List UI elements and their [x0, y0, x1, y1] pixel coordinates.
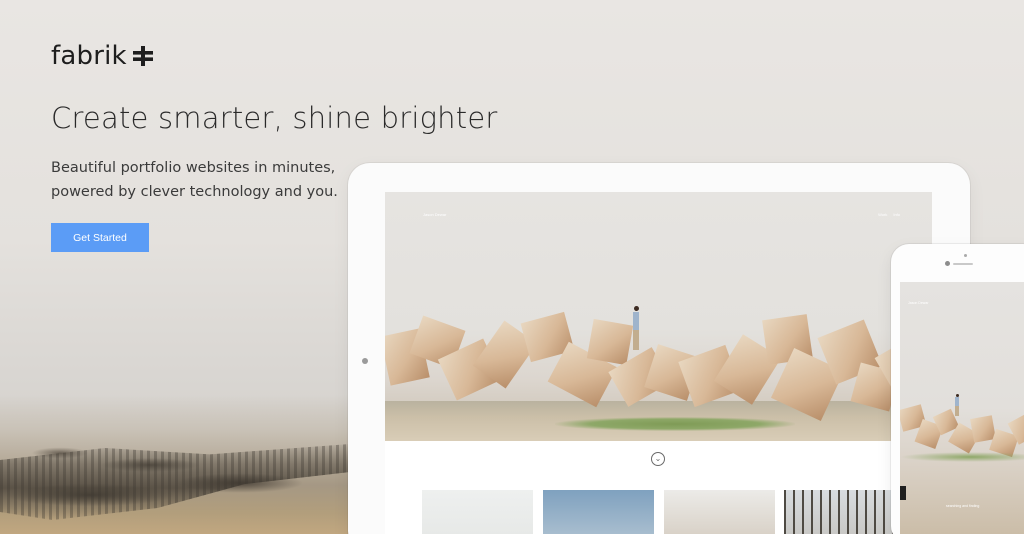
portfolio-thumbnail[interactable]	[664, 490, 775, 534]
get-started-button[interactable]: Get Started	[51, 223, 149, 252]
portfolio-thumbnail[interactable]	[784, 490, 895, 534]
mock-menu-info: Info	[893, 212, 900, 217]
chevron-down-icon[interactable]: ⌄	[651, 452, 665, 466]
mock-site-title: Jason Dewar	[423, 212, 447, 217]
phone-screen: Jason Dewar searching and finding	[900, 282, 1024, 534]
tablet-screen: Jason Dewar Work Info ⌄	[385, 192, 932, 534]
phone-grass	[900, 452, 1024, 462]
cross-plus-icon	[132, 46, 153, 66]
hero-subtitle: Beautiful portfolio websites in minutes,…	[51, 156, 341, 204]
person-head	[634, 306, 639, 311]
brand-name: fabrik	[51, 41, 127, 71]
phone-caption: searching and finding	[946, 504, 980, 508]
tablet-camera	[362, 358, 368, 364]
brand-logo[interactable]: fabrik	[51, 41, 153, 71]
concrete-block	[586, 318, 634, 366]
mock-grass	[555, 417, 795, 431]
page-headline: Create smarter, shine brighter	[51, 101, 498, 135]
person-legs	[633, 330, 639, 350]
person-torso	[633, 312, 639, 330]
portfolio-thumbnail[interactable]	[543, 490, 654, 534]
phone-sensor	[964, 254, 967, 257]
person-torso	[955, 397, 959, 406]
mock-menu-work: Work	[878, 212, 888, 217]
subtitle-line-2: powered by clever technology and you.	[51, 184, 338, 200]
phone-side-tab[interactable]	[900, 486, 906, 500]
person-legs	[955, 406, 959, 416]
phone-camera	[945, 261, 950, 266]
subtitle-line-1: Beautiful portfolio websites in minutes,	[51, 160, 336, 176]
mock-site-menu: Work Info	[878, 212, 900, 217]
phone-speaker	[953, 263, 973, 265]
tablet-mockup: Jason Dewar Work Info ⌄	[348, 163, 970, 534]
mock-hero-image: Jason Dewar Work Info	[385, 192, 932, 441]
phone-mockup: Jason Dewar searching and finding	[891, 244, 1024, 534]
phone-site-title: Jason Dewar	[908, 301, 929, 305]
portfolio-thumbnail[interactable]	[422, 490, 533, 534]
